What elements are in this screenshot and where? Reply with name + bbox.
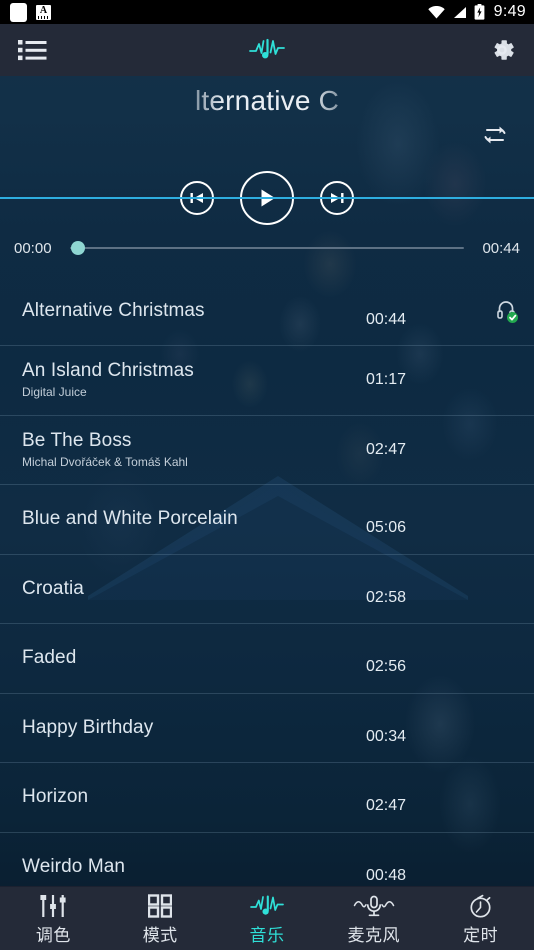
nav-item-color[interactable]: 调色 [0, 887, 107, 950]
seek-slider[interactable] [70, 238, 464, 258]
table-row[interactable]: Weirdo Man 00:48 [0, 833, 534, 887]
list-icon [18, 39, 48, 61]
song-title: Blue and White Porcelain [22, 508, 238, 530]
song-duration: 00:48 [366, 866, 407, 884]
elapsed-time: 00:00 [14, 239, 52, 257]
song-duration: 02:58 [366, 588, 407, 606]
song-info: Croatia [22, 577, 362, 601]
song-list[interactable]: Alternative Christmas 00:44 An Island Ch… [0, 277, 534, 886]
app-logo [78, 37, 456, 63]
nav-label: 音乐 [249, 925, 285, 945]
nav-label: 麦克风 [347, 925, 401, 945]
total-duration: 00:44 [482, 239, 520, 257]
bottom-navigation: 调色 模式 音乐 麦克风 定时 [0, 886, 534, 950]
song-info: Blue and White Porcelain [22, 507, 362, 531]
song-info: Happy Birthday [22, 716, 362, 740]
playlist-menu-button[interactable] [18, 39, 78, 61]
song-duration: 05:06 [366, 519, 407, 537]
nav-label: 定时 [463, 925, 499, 945]
player-list-divider [0, 197, 534, 199]
battery-charging-icon [474, 4, 485, 20]
table-row[interactable]: Croatia 02:58 [0, 555, 534, 624]
nav-label: 模式 [142, 925, 178, 945]
song-title: Alternative Christmas [22, 300, 205, 321]
seek-track [70, 247, 464, 249]
song-duration: 00:44 [366, 311, 407, 328]
headphone-check-icon [480, 298, 534, 324]
song-duration: 02:47 [366, 440, 407, 458]
status-bar-right: 9:49 [427, 3, 526, 21]
song-info: Weirdo Man [22, 855, 362, 879]
song-info: Alternative Christmas [22, 299, 362, 323]
song-duration: 02:47 [366, 797, 407, 815]
repeat-button[interactable] [478, 120, 512, 150]
music-waveform-icon [250, 894, 284, 918]
table-row[interactable]: Horizon 02:47 [0, 763, 534, 833]
song-artist: Michal Dvořáček & Tomáš Kahl [22, 454, 188, 469]
equalizer-sliders-icon [40, 894, 66, 918]
nav-item-music[interactable]: 音乐 [214, 887, 321, 950]
table-row[interactable]: Be The Boss Michal Dvořáček & Tomáš Kahl… [0, 416, 534, 485]
song-title: Be The Boss [22, 429, 132, 451]
song-duration: 01:17 [366, 371, 407, 389]
player-panel: lternative C 00:00 00:44 [0, 76, 534, 276]
table-row[interactable]: Blue and White Porcelain 05:06 [0, 485, 534, 555]
repeat-icon [478, 126, 512, 154]
song-title: Croatia [22, 577, 84, 599]
now-playing-title: lternative C [194, 85, 339, 116]
nav-item-mode[interactable]: 模式 [107, 887, 214, 950]
table-row[interactable]: Happy Birthday 00:34 [0, 694, 534, 763]
table-row[interactable]: Alternative Christmas 00:44 [0, 277, 534, 346]
seek-row: 00:00 00:44 [0, 233, 534, 263]
grid-squares-icon [148, 893, 173, 918]
table-row[interactable]: Faded 02:56 [0, 624, 534, 694]
gear-icon [488, 36, 516, 64]
nav-label: 调色 [35, 925, 71, 945]
song-info: Horizon [22, 785, 362, 809]
song-title: Weirdo Man [22, 855, 126, 877]
song-title: Happy Birthday [22, 716, 154, 738]
song-title: Horizon [22, 786, 89, 808]
table-row[interactable]: An Island Christmas Digital Juice 01:17 [0, 346, 534, 416]
song-info: Be The Boss Michal Dvořáček & Tomáš Kahl [22, 429, 362, 471]
cellular-signal-icon [452, 6, 467, 19]
white-square-icon [10, 2, 27, 22]
song-title: Faded [22, 647, 77, 669]
song-duration: 00:34 [366, 727, 407, 745]
song-artist: Digital Juice [22, 385, 87, 400]
song-info: Faded [22, 646, 362, 670]
microphone-icon [353, 894, 395, 918]
font-size-a-icon: A [36, 4, 51, 20]
stopwatch-icon [468, 894, 494, 918]
seek-thumb[interactable] [71, 241, 85, 255]
nav-item-microphone[interactable]: 麦克风 [320, 887, 427, 950]
status-bar-left: A [10, 2, 51, 22]
app-root: A 9:49 lternative C 00:00 00:44 Alternat… [0, 0, 534, 950]
top-toolbar [0, 24, 534, 76]
settings-button[interactable] [456, 36, 516, 64]
music-waveform-logo-icon [249, 37, 285, 63]
status-bar: A 9:49 [0, 0, 534, 24]
nav-item-timer[interactable]: 定时 [427, 887, 534, 950]
status-bar-clock: 9:49 [493, 3, 526, 20]
song-info: An Island Christmas Digital Juice [22, 359, 362, 401]
song-duration: 02:56 [366, 658, 407, 676]
now-playing-title-marquee: lternative C [0, 80, 534, 122]
song-title: An Island Christmas [22, 360, 194, 382]
wifi-icon [427, 5, 445, 19]
